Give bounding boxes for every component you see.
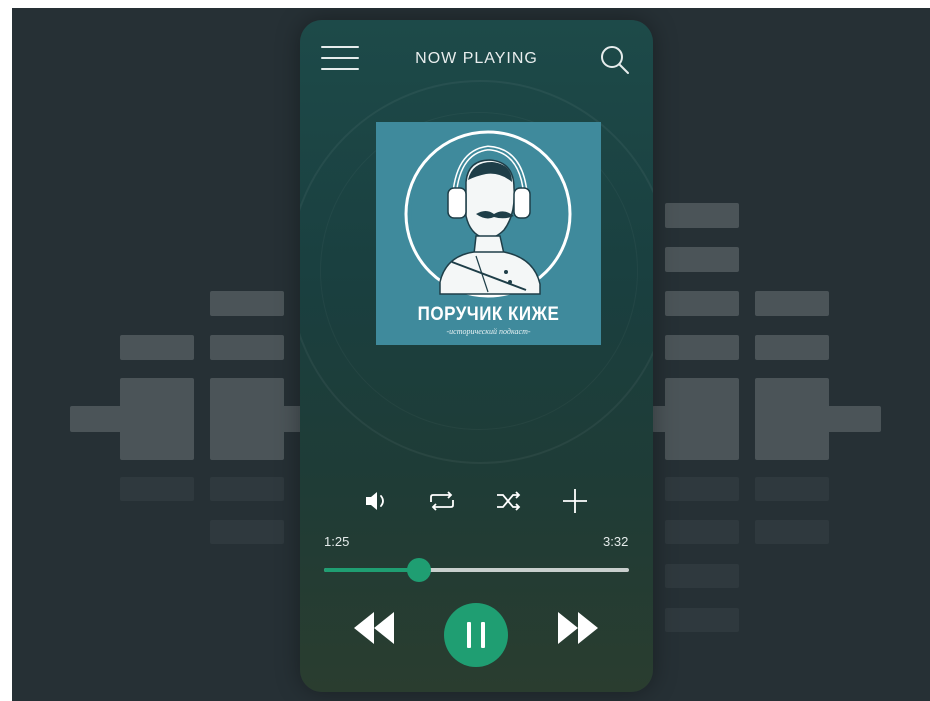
- eq-bar: [665, 291, 739, 316]
- rewind-button[interactable]: [352, 608, 396, 653]
- eq-bar: [70, 406, 122, 432]
- eq-bar: [755, 378, 829, 460]
- eq-bar: [120, 335, 194, 360]
- eq-bar: [120, 378, 194, 460]
- shuffle-button[interactable]: [492, 484, 526, 518]
- player-screen: NOW PLAYING ПОРУЧИК КИЖЕ -исторический п…: [300, 20, 653, 692]
- eq-bar: [210, 291, 284, 316]
- shuffle-icon: [497, 491, 521, 511]
- eq-bar: [755, 335, 829, 360]
- album-cover: ПОРУЧИК КИЖЕ -исторический подкаст-: [376, 122, 601, 345]
- progress-fill: [324, 568, 419, 572]
- top-bar: NOW PLAYING: [300, 20, 653, 100]
- eq-bar: [827, 406, 881, 432]
- progress-bar[interactable]: [324, 558, 629, 582]
- elapsed-time: 1:25: [324, 534, 350, 549]
- eq-bar: [120, 477, 194, 501]
- eq-bar: [755, 291, 829, 316]
- eq-bar: [665, 203, 739, 228]
- eq-bar: [665, 564, 739, 588]
- album-title: ПОРУЧИК КИЖЕ: [417, 302, 560, 325]
- add-icon: [563, 489, 587, 513]
- progress-thumb[interactable]: [406, 558, 431, 582]
- repeat-button[interactable]: [425, 484, 459, 518]
- eq-bar: [665, 477, 739, 501]
- rewind-icon: [354, 612, 394, 644]
- eq-bar: [210, 477, 284, 501]
- volume-button[interactable]: [360, 484, 394, 518]
- eq-bar: [755, 520, 829, 544]
- eq-bar: [210, 335, 284, 360]
- eq-bar: [665, 520, 739, 544]
- search-icon[interactable]: [599, 44, 631, 76]
- eq-bar: [210, 520, 284, 544]
- eq-bar: [755, 477, 829, 501]
- eq-bar: [665, 335, 739, 360]
- eq-bar: [665, 378, 739, 460]
- eq-bar: [665, 608, 739, 632]
- eq-bar: [665, 247, 739, 272]
- repeat-icon: [430, 491, 454, 511]
- volume-icon: [366, 492, 384, 510]
- total-duration: 3:32: [603, 534, 629, 549]
- eq-bar: [210, 378, 284, 460]
- fast-forward-icon: [558, 612, 598, 644]
- album-subtitle: -исторический подкаст-: [446, 327, 531, 336]
- fast-forward-button[interactable]: [556, 608, 600, 653]
- add-button[interactable]: [558, 484, 592, 518]
- app-background: NOW PLAYING ПОРУЧИК КИЖЕ -исторический п…: [12, 8, 930, 701]
- pause-button[interactable]: [444, 603, 508, 667]
